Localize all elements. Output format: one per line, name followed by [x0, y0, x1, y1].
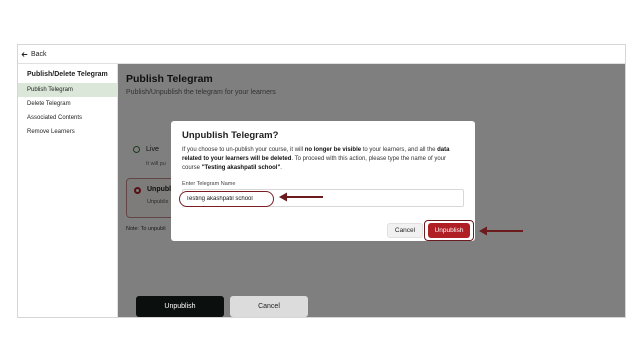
dialog-message: If you choose to un-publish your course,…: [182, 146, 464, 173]
sidebar: Publish/Delete Telegram Publish Telegram…: [18, 64, 118, 317]
dialog-title: Unpublish Telegram?: [182, 130, 279, 141]
button-annotation-arrow-icon: [479, 226, 523, 236]
sidebar-item-delete-telegram[interactable]: Delete Telegram: [18, 97, 117, 111]
top-bar: Back: [18, 45, 625, 64]
back-button[interactable]: Back: [21, 51, 47, 58]
footer-cancel-button[interactable]: Cancel: [230, 296, 308, 317]
footer-unpublish-button[interactable]: Unpublish: [136, 296, 224, 317]
unpublish-dialog: Unpublish Telegram? If you choose to un-…: [171, 121, 475, 241]
sidebar-item-remove-learners[interactable]: Remove Learners: [18, 125, 117, 139]
telegram-name-input[interactable]: [179, 191, 274, 207]
dialog-message-text: to your learners, and all the: [361, 147, 438, 153]
app-frame: Back Publish/Delete Telegram Publish Tel…: [17, 44, 626, 318]
dialog-unpublish-button[interactable]: Unpublish: [428, 223, 470, 238]
dialog-message-text: .: [280, 165, 282, 171]
input-annotation-arrow-icon: [279, 192, 323, 202]
dialog-message-text: If you choose to un-publish your course,…: [182, 147, 305, 153]
telegram-name-label: Enter Telegram Name: [182, 181, 236, 187]
dialog-cancel-button[interactable]: Cancel: [387, 223, 423, 238]
back-arrow-icon: [21, 51, 28, 57]
course-name-emphasis: "Testing akashpatil school": [201, 165, 281, 171]
dialog-message-emphasis: no longer be visible: [304, 147, 362, 153]
back-label: Back: [31, 50, 47, 58]
sidebar-title: Publish/Delete Telegram: [27, 71, 108, 78]
sidebar-item-associated-contents[interactable]: Associated Contents: [18, 111, 117, 125]
sidebar-item-publish-telegram[interactable]: Publish Telegram: [18, 83, 117, 97]
